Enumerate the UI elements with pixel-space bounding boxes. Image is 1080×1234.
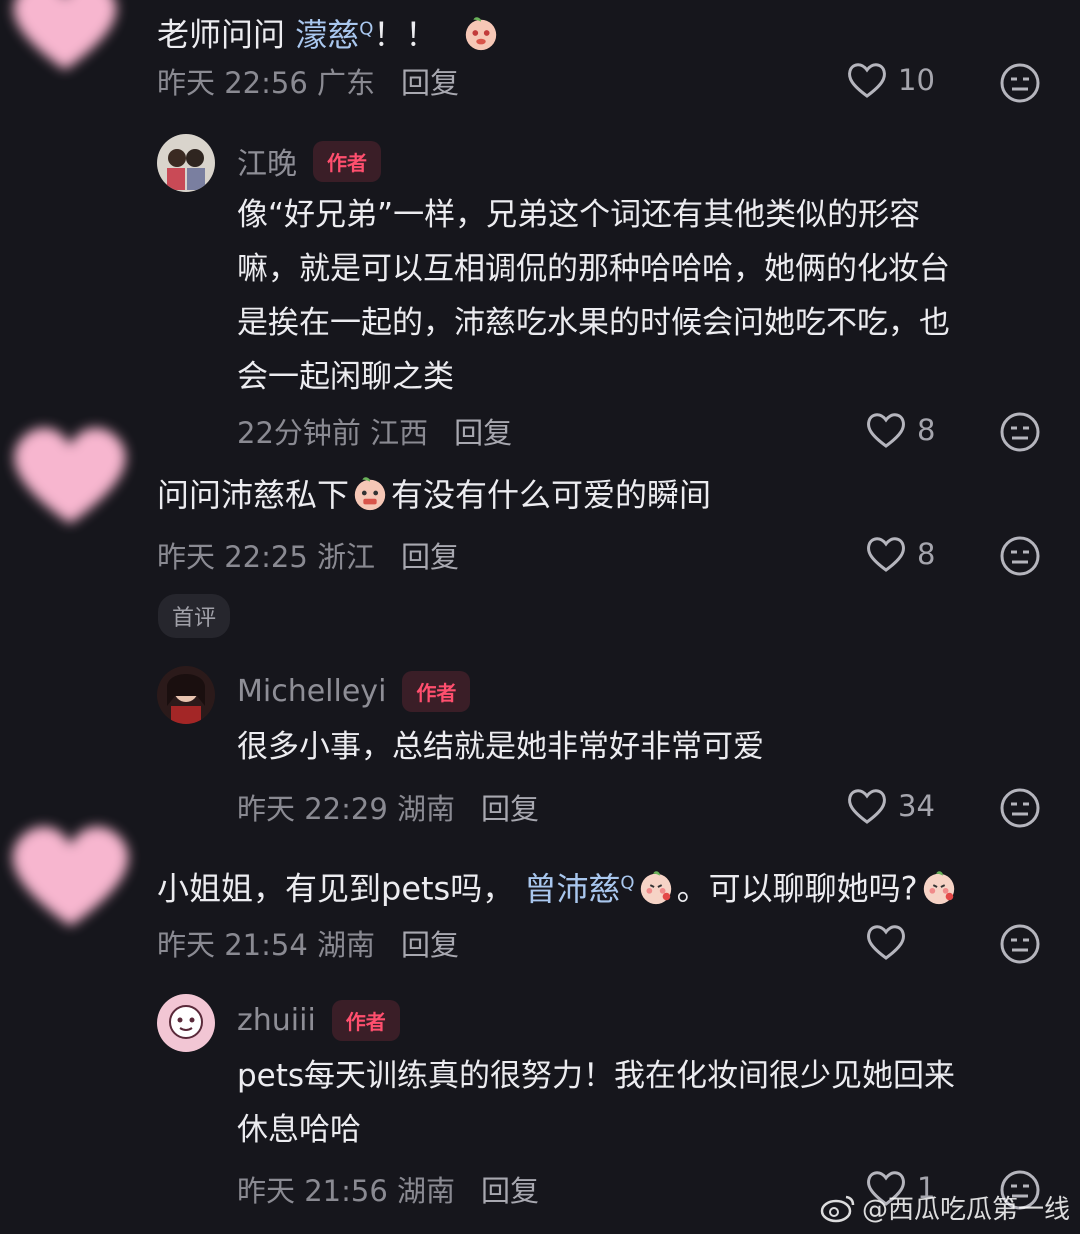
comment-meta: 昨天 21:54 湖南 回复 <box>157 928 460 962</box>
comment-meta: 昨天 21:56 湖南 回复 <box>237 1174 540 1208</box>
watermark: @西瓜吃瓜第一线 <box>820 1189 1070 1226</box>
comment-meta: 昨天 22:25 浙江 回复 <box>157 540 460 574</box>
cartoon-avatar-icon <box>157 994 215 1052</box>
author-name[interactable]: zhuiii 作者 <box>237 1000 400 1041</box>
comment-meta: 昨天 22:56 广东 回复 <box>157 66 460 100</box>
reply-button[interactable]: 回复 <box>481 792 539 826</box>
blush-peach-sticker-icon <box>640 870 671 904</box>
emoji-reaction-icon[interactable] <box>999 62 1041 104</box>
avatar[interactable] <box>0 400 145 550</box>
comment-meta: 22分钟前 江西 回复 <box>237 416 513 450</box>
emoji-reaction-icon[interactable] <box>999 411 1041 453</box>
like-button[interactable]: 8 <box>865 410 935 450</box>
weibo-logo-icon <box>820 1195 855 1222</box>
avatar[interactable] <box>0 800 145 950</box>
author-name[interactable]: Michelleyi 作者 <box>237 671 471 712</box>
comment-meta: 昨天 22:29 湖南 回复 <box>237 792 540 826</box>
comment-text: 小姐姐，有见到pets吗， 曾沛慈Q 。可以聊聊她吗? <box>157 856 960 916</box>
heart-avatar-icon <box>12 826 128 926</box>
heart-icon <box>867 537 905 572</box>
like-count: 8 <box>917 537 936 571</box>
heart-avatar-icon <box>13 0 117 70</box>
mention-link[interactable]: 曾沛慈Q <box>524 870 634 908</box>
reply-button[interactable]: 回复 <box>401 66 459 100</box>
heart-icon <box>867 925 905 960</box>
reply-button[interactable]: 回复 <box>401 540 459 574</box>
photo-avatar-icon <box>157 134 215 192</box>
author-badge: 作者 <box>331 1000 400 1041</box>
like-button[interactable]: 8 <box>865 534 935 574</box>
author-avatar[interactable] <box>157 134 215 192</box>
reply-button[interactable]: 回复 <box>481 1174 539 1208</box>
blush-peach-sticker-icon <box>923 870 954 904</box>
heart-icon <box>848 63 886 98</box>
heart-icon <box>867 413 905 448</box>
mention-link[interactable]: 濛慈Q <box>295 16 373 54</box>
reply-text: pets每天训练真的很努力！我在化妆间很少见她回来 休息哈哈 <box>237 1058 956 1148</box>
heart-avatar-icon <box>14 427 126 524</box>
author-avatar[interactable] <box>157 994 215 1052</box>
photo-avatar-icon <box>157 666 215 724</box>
like-button[interactable]: 34 <box>846 786 935 826</box>
comment-text: 问问沛慈私下 有没有什么可爱的瞬间 <box>157 476 712 514</box>
reply-text: 像“好兄弟”一样，兄弟这个词还有其他类似的形容 嘛，就是可以互相调侃的那种哈哈哈… <box>237 197 950 395</box>
emoji-reaction-icon[interactable] <box>999 535 1041 577</box>
like-count: 8 <box>917 413 936 447</box>
reply-text: 很多小事，总结就是她非常好非常可爱 <box>237 729 764 765</box>
author-badge: 作者 <box>313 140 381 182</box>
comment-list: 老师问问 濛慈Q！！ 昨天 22:56 广东 回复 10 江晚 作者 像“好兄弟”一… <box>0 0 1080 1234</box>
emoji-reaction-icon[interactable] <box>999 923 1041 965</box>
like-button[interactable] <box>865 922 917 962</box>
comment-text: 老师问问 濛慈Q！！ <box>157 2 502 62</box>
reply-button[interactable]: 回复 <box>454 416 512 450</box>
like-button[interactable]: 10 <box>846 60 935 100</box>
first-comment-badge: 首评 <box>158 594 231 638</box>
peach-sticker-icon <box>465 16 496 50</box>
author-badge: 作者 <box>402 671 471 712</box>
reply-button[interactable]: 回复 <box>401 928 459 962</box>
avatar[interactable] <box>0 0 140 100</box>
like-count: 10 <box>898 63 935 97</box>
heart-icon <box>848 789 886 824</box>
author-avatar[interactable] <box>157 666 215 724</box>
peach-sticker-icon <box>354 477 386 511</box>
like-count: 34 <box>898 789 935 823</box>
author-name[interactable]: 江晚 作者 <box>237 139 381 183</box>
emoji-reaction-icon[interactable] <box>999 787 1041 829</box>
